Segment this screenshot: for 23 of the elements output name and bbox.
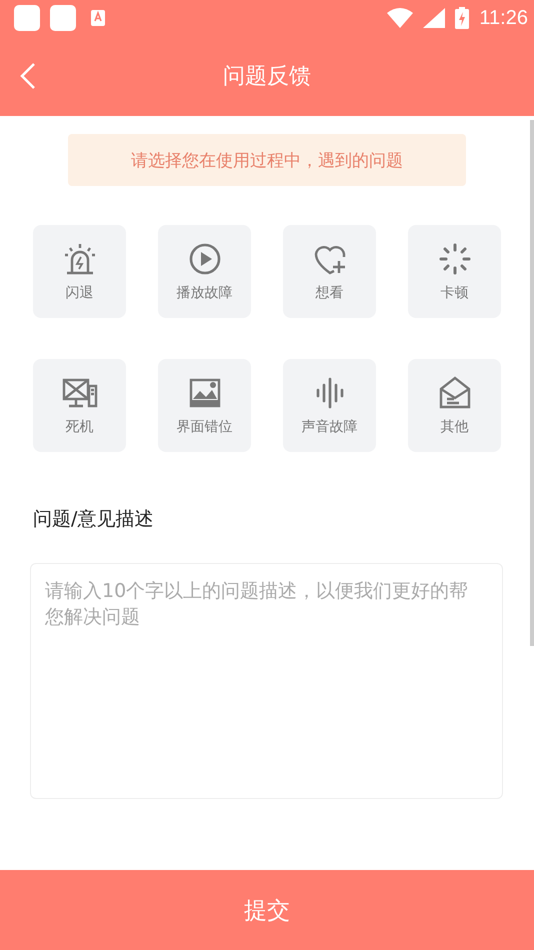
- section-heading: 问题/意见描述: [33, 507, 154, 531]
- battery-icon: [455, 7, 470, 29]
- signal-icon: [423, 8, 446, 28]
- category-tile[interactable]: 死机: [33, 359, 126, 452]
- category-tile[interactable]: 闪退: [33, 225, 126, 318]
- category-tile[interactable]: 播放故障: [158, 225, 251, 318]
- category-tile[interactable]: 界面错位: [158, 359, 251, 452]
- notification-icon: [14, 5, 40, 31]
- notice-banner: 请选择您在使用过程中，遇到的问题: [68, 134, 466, 186]
- page-title: 问题反馈: [223, 63, 311, 91]
- category-tile[interactable]: 其他: [408, 359, 501, 452]
- category-tile[interactable]: 卡顿: [408, 225, 501, 318]
- play-icon: [186, 241, 222, 277]
- category-tile[interactable]: 想看: [283, 225, 376, 318]
- category-tile[interactable]: 声音故障: [283, 359, 376, 452]
- clock-time: 11:26: [479, 6, 528, 30]
- submit-button[interactable]: 提交: [0, 870, 534, 950]
- loading-icon: [436, 241, 472, 277]
- keyboard-icon: [90, 9, 106, 27]
- notification-icon: [50, 5, 76, 31]
- wifi-icon: [387, 8, 414, 28]
- description-field[interactable]: 请输入10个字以上的问题描述，以便我们更好的帮您解决问题: [30, 563, 503, 799]
- back-icon[interactable]: [20, 62, 36, 90]
